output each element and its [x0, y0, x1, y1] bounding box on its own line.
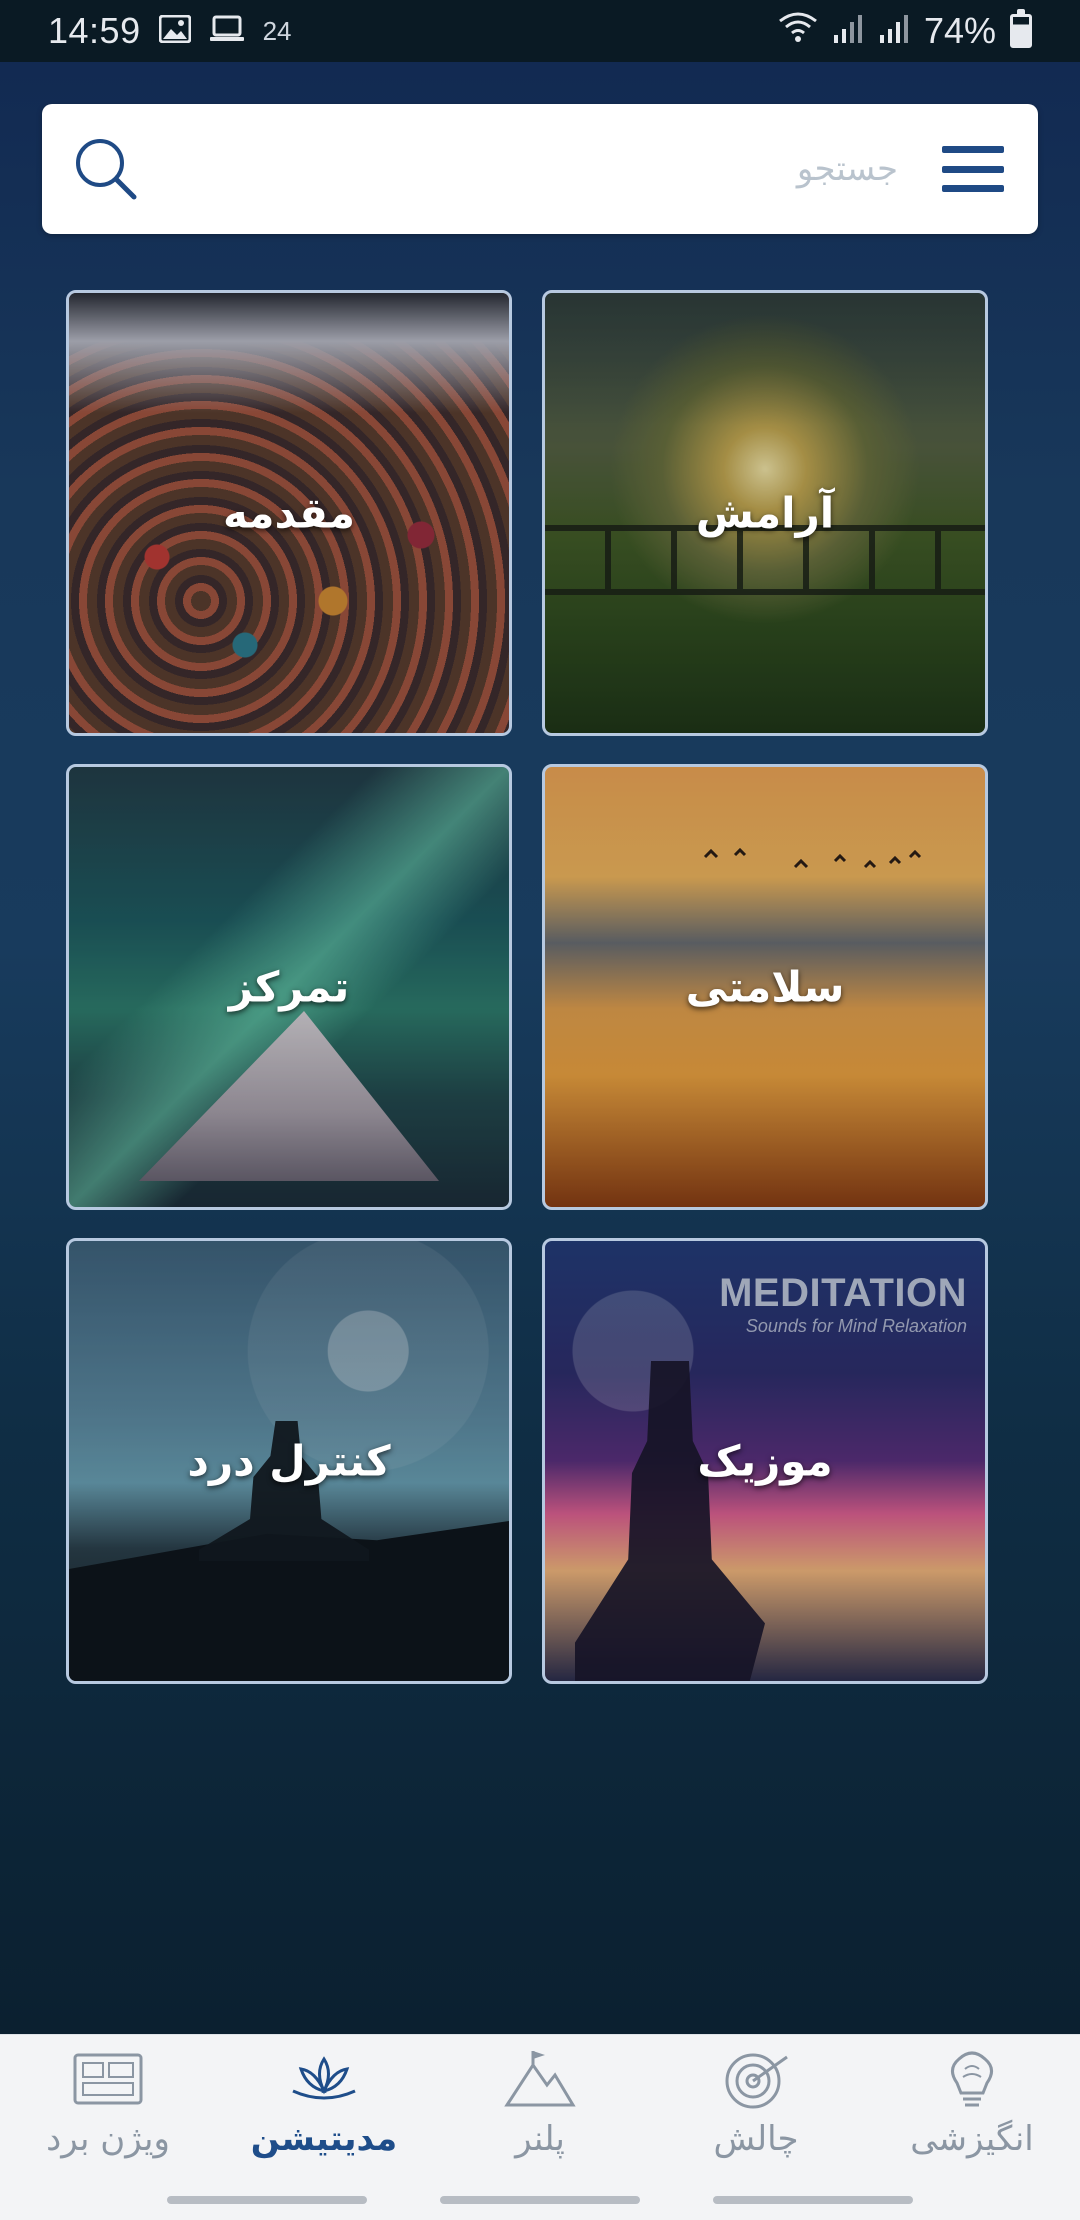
tile-calm[interactable]: آرامش [542, 290, 988, 736]
tile-label: تمرکز [228, 962, 350, 1012]
status-bar: 14:59 24 74% [0, 0, 1080, 62]
laptop-icon [209, 15, 245, 48]
hamburger-menu-icon[interactable] [942, 146, 1004, 192]
search-bar [42, 104, 1038, 234]
nav-planner[interactable]: پلنر [440, 2049, 640, 2159]
vision-board-icon [73, 2053, 143, 2105]
brain-bulb-icon [951, 2051, 993, 2107]
tile-intro[interactable]: مقدمه [66, 290, 512, 736]
nav-label: پلنر [515, 2119, 565, 2159]
gallery-icon [158, 14, 192, 48]
tile-label: سلامتی [685, 962, 845, 1012]
search-input[interactable] [142, 129, 942, 209]
brand-title: MEDITATION [719, 1271, 967, 1315]
nav-label: انگیزشی [910, 2119, 1034, 2159]
wifi-icon [778, 10, 818, 52]
gesture-bar [0, 2196, 1080, 2204]
mountain-flag-icon [504, 2051, 576, 2107]
tile-intro-image [69, 293, 509, 413]
search-icon[interactable] [70, 133, 142, 205]
battery-icon [1010, 9, 1032, 48]
nav-vision-board[interactable]: ویژن برد [8, 2049, 208, 2159]
bottom-nav: ویژن برد مدیتیشن پلنر چالش انگیزشی [0, 2034, 1080, 2220]
tile-music[interactable]: MEDITATION Sounds for Mind Relaxation مو… [542, 1238, 988, 1684]
nav-label: چالش [713, 2119, 799, 2159]
battery-percent: 74% [923, 10, 996, 51]
nav-meditation[interactable]: مدیتیشن [224, 2049, 424, 2159]
status-time: 14:59 [48, 10, 141, 51]
main-content: مقدمه آرامش تمرکز سلامتی کنترل درد MEDIT… [0, 62, 1080, 2034]
nav-challenge[interactable]: چالش [656, 2049, 856, 2159]
notification-count: 24 [262, 15, 292, 46]
signal-icon [832, 10, 864, 52]
meditating-woman-silhouette [575, 1361, 765, 1681]
nav-motivation[interactable]: انگیزشی [872, 2049, 1072, 2159]
lotus-icon [292, 2056, 356, 2100]
brand-subtitle: Sounds for Mind Relaxation [745, 1316, 967, 1336]
tile-focus-image [139, 1011, 439, 1181]
nav-label: مدیتیشن [250, 2119, 398, 2159]
tile-label: مقدمه [223, 488, 355, 538]
tile-health[interactable]: سلامتی [542, 764, 988, 1210]
meditation-brand: MEDITATION Sounds for Mind Relaxation [719, 1271, 967, 1337]
tile-focus[interactable]: تمرکز [66, 764, 512, 1210]
tile-label: آرامش [695, 488, 835, 538]
birds-icon [703, 847, 922, 869]
tile-pain-image [69, 1521, 509, 1681]
target-icon [725, 2053, 788, 2109]
tile-pain-control[interactable]: کنترل درد [66, 1238, 512, 1684]
category-grid: مقدمه آرامش تمرکز سلامتی کنترل درد MEDIT… [66, 290, 988, 1684]
nav-label: ویژن برد [46, 2119, 170, 2159]
signal-icon-2 [878, 10, 910, 52]
tile-label: کنترل درد [187, 1436, 391, 1486]
tile-label: موزیک [697, 1436, 833, 1486]
